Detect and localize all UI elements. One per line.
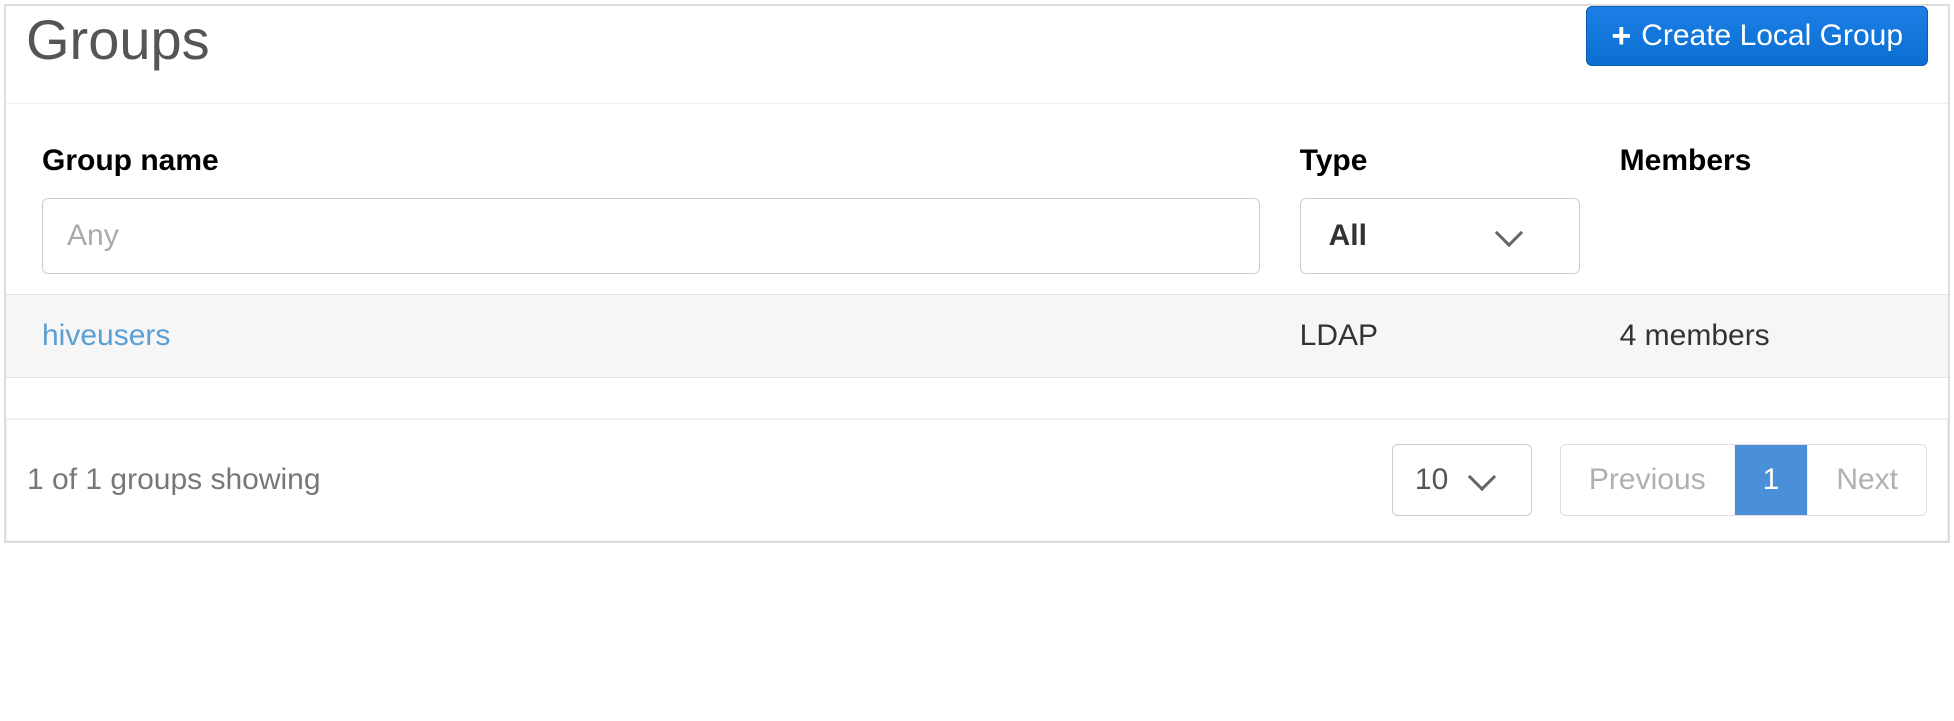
group-name-link[interactable]: hiveusers [42, 319, 170, 352]
create-local-group-button[interactable]: + Create Local Group [1586, 6, 1928, 66]
groups-table-wrap: Group name Type Members All [6, 104, 1948, 378]
column-header-members[interactable]: Members [1600, 104, 1948, 198]
footer-controls: 10 Previous 1 Next [1392, 444, 1927, 516]
column-header-group-name[interactable]: Group name [6, 104, 1280, 198]
group-members-cell: 4 members [1600, 295, 1948, 378]
create-local-group-label: Create Local Group [1641, 19, 1903, 53]
pager-next-button[interactable]: Next [1807, 445, 1926, 515]
pager-previous-button[interactable]: Previous [1561, 445, 1734, 515]
page-title: Groups [26, 6, 210, 73]
chevron-down-icon [1468, 463, 1496, 491]
table-row: hiveusers LDAP 4 members [6, 295, 1948, 378]
pager: Previous 1 Next [1560, 444, 1927, 516]
groups-table: Group name Type Members All [6, 104, 1948, 378]
table-filter-row: All [6, 198, 1948, 295]
chevron-down-icon [1494, 219, 1522, 247]
type-filter-select[interactable]: All [1300, 198, 1580, 274]
page-header: Groups + Create Local Group [6, 6, 1948, 104]
table-header-row: Group name Type Members [6, 104, 1948, 198]
type-filter-value: All [1329, 219, 1367, 253]
column-header-type[interactable]: Type [1280, 104, 1600, 198]
page-size-value: 10 [1415, 463, 1448, 497]
group-name-filter-input[interactable] [42, 198, 1260, 274]
groups-page: Groups + Create Local Group Group name T… [4, 4, 1950, 543]
plus-icon: + [1611, 19, 1631, 53]
footer-status-text: 1 of 1 groups showing [27, 463, 321, 497]
page-size-select[interactable]: 10 [1392, 444, 1532, 516]
group-type-cell: LDAP [1280, 295, 1600, 378]
table-footer: 1 of 1 groups showing 10 Previous 1 Next [6, 418, 1948, 541]
pager-page-1-button[interactable]: 1 [1734, 445, 1808, 515]
